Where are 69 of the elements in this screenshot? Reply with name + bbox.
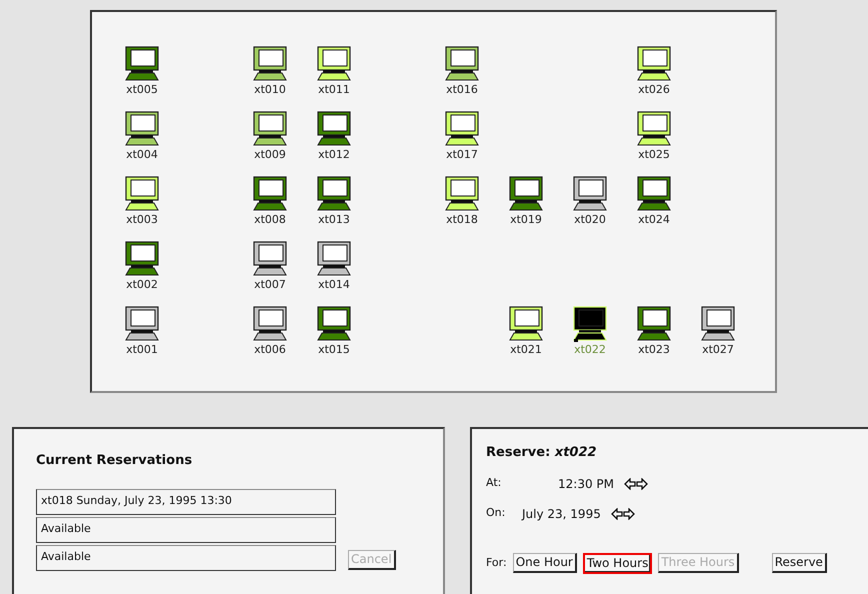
workstation-icon[interactable] (317, 306, 351, 342)
field-value: July 23, 1995 (522, 506, 601, 522)
panel-title: Reserve: xt022 (486, 444, 598, 462)
workstation-label: xt019 (510, 213, 542, 226)
workstation-label: xt008 (254, 213, 286, 226)
spinner-arrows-icon[interactable] (624, 478, 648, 490)
workstation-icon[interactable] (125, 241, 159, 277)
reservation-slot[interactable]: xt018 Sunday, July 23, 1995 13:30 (36, 488, 336, 514)
field-value: 12:30 PM (558, 476, 614, 492)
workstation-icon[interactable] (445, 111, 479, 147)
workstation-icon[interactable] (701, 306, 735, 342)
workstation-label: xt002 (126, 278, 158, 291)
workstation-icon[interactable] (445, 176, 479, 212)
workstation-icon[interactable] (253, 176, 287, 212)
workstation-label: xt020 (574, 213, 606, 226)
workstation-icon[interactable] (125, 111, 159, 147)
workstation-icon[interactable] (125, 306, 159, 342)
workstation-label: xt003 (126, 213, 158, 226)
workstation-icon[interactable] (317, 241, 351, 277)
workstation-icon[interactable] (317, 46, 351, 82)
workstation-label: xt026 (638, 83, 670, 96)
workstation-label: xt024 (638, 213, 670, 226)
workstation-icon[interactable] (509, 306, 543, 342)
reserve-button[interactable]: Reserve (772, 553, 827, 573)
workstation-icon[interactable] (637, 111, 671, 147)
workstation-label: xt023 (638, 343, 670, 356)
workstation-label: xt011 (318, 83, 350, 96)
workstation-label: xt021 (510, 343, 542, 356)
workstation-label: xt015 (318, 343, 350, 356)
workstation-icon[interactable] (317, 111, 351, 147)
workstation-label: xt016 (446, 83, 478, 96)
workstation-label: xt001 (126, 343, 158, 356)
workstation-icon[interactable] (125, 176, 159, 212)
workstation-label: xt005 (126, 83, 158, 96)
workstation-label: xt014 (318, 278, 350, 291)
workstation-icon[interactable] (637, 176, 671, 212)
workstation-icon[interactable] (445, 46, 479, 82)
workstation-icon[interactable] (637, 46, 671, 82)
workstation-label: xt018 (446, 213, 478, 226)
workstation-icon[interactable] (509, 176, 543, 212)
workstation-label: xt007 (254, 278, 286, 291)
workstation-label: xt027 (702, 343, 734, 356)
workstation-label: xt017 (446, 148, 478, 161)
workstation-label: xt009 (254, 148, 286, 161)
workstation-label: xt013 (318, 213, 350, 226)
workstation-icon[interactable] (253, 111, 287, 147)
workstation-label: xt012 (318, 148, 350, 161)
spinner-arrows-icon[interactable] (610, 508, 635, 520)
workstation-label: xt004 (126, 148, 158, 161)
field-label: On: (486, 505, 506, 522)
workstation-icon[interactable] (253, 241, 287, 277)
field-label: At: (486, 475, 502, 492)
workstation-icon[interactable] (253, 306, 287, 342)
workstation-icon[interactable] (573, 306, 607, 342)
duration-button[interactable]: One Hour (512, 553, 577, 573)
reservation-slot[interactable]: Available (36, 516, 336, 542)
workstation-icon[interactable] (573, 176, 607, 212)
workstation-label: xt022 (574, 343, 606, 356)
workstation-label: xt010 (254, 83, 286, 96)
panel-title: Current Reservations (36, 452, 194, 470)
workstation-icon[interactable] (637, 306, 671, 342)
workstation-icon[interactable] (125, 46, 159, 82)
workstation-icon[interactable] (253, 46, 287, 82)
duration-button[interactable]: Two Hours (582, 552, 652, 574)
workstation-icon[interactable] (317, 176, 351, 212)
field-label: For: (486, 554, 507, 571)
workstation-label: xt025 (638, 148, 670, 161)
workstation-label: xt006 (254, 343, 286, 356)
reservation-slot[interactable]: Available (36, 544, 336, 570)
